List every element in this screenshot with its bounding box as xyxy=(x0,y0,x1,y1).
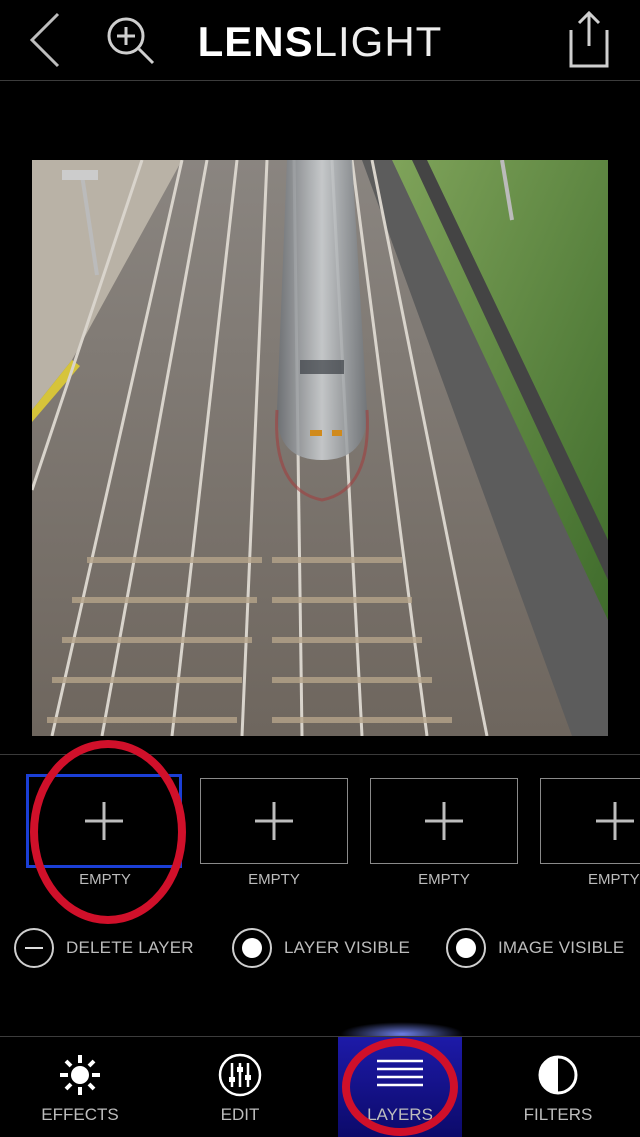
annotation-circle xyxy=(30,740,186,924)
layer-slot-4-label: EMPTY xyxy=(588,871,640,888)
layer-slot-2-label: EMPTY xyxy=(248,871,300,888)
layer-visible-label: LAYER VISIBLE xyxy=(284,938,411,957)
tab-effects[interactable]: EFFECTS xyxy=(18,1037,142,1137)
image-visible-toggle[interactable]: IMAGE VISIBLE xyxy=(446,926,624,970)
app-title-bold: LENS xyxy=(197,18,314,65)
tab-effects-label: EFFECTS xyxy=(41,1105,119,1124)
tab-edit-label: EDIT xyxy=(220,1105,260,1124)
delete-layer-label: DELETE LAYER xyxy=(66,938,194,957)
tab-filters[interactable]: FILTERS xyxy=(496,1037,620,1137)
annotation-circle xyxy=(342,1038,458,1136)
layer-visible-toggle[interactable]: LAYER VISIBLE xyxy=(232,926,410,970)
share-button[interactable] xyxy=(562,8,616,70)
layer-slot-3[interactable] xyxy=(370,778,518,864)
top-bar: LENSLIGHT xyxy=(0,0,640,81)
plus-icon xyxy=(255,802,293,840)
bottom-tab-bar: EFFECTS EDIT LAYERS FILTERS xyxy=(0,1036,640,1137)
minus-icon xyxy=(14,928,54,968)
radio-on-icon xyxy=(232,928,272,968)
layer-slot-3-label: EMPTY xyxy=(418,871,470,888)
tab-filters-label: FILTERS xyxy=(523,1105,593,1124)
sun-icon xyxy=(60,1055,100,1095)
radio-on-icon xyxy=(446,928,486,968)
sliders-icon xyxy=(218,1053,262,1097)
tab-edit[interactable]: EDIT xyxy=(178,1037,302,1137)
railway-photo xyxy=(32,160,608,736)
app-title-light: LIGHT xyxy=(313,18,443,65)
plus-icon xyxy=(425,802,463,840)
half-circle-icon xyxy=(538,1055,578,1095)
share-icon xyxy=(569,10,609,68)
plus-icon xyxy=(596,802,634,840)
app-title: LENSLIGHT xyxy=(0,18,640,66)
layer-slot-2[interactable] xyxy=(200,778,348,864)
photo-canvas[interactable] xyxy=(32,160,608,736)
layer-slot-4[interactable] xyxy=(540,778,640,864)
delete-layer-button[interactable]: DELETE LAYER xyxy=(14,926,194,970)
image-visible-label: IMAGE VISIBLE xyxy=(498,938,625,957)
